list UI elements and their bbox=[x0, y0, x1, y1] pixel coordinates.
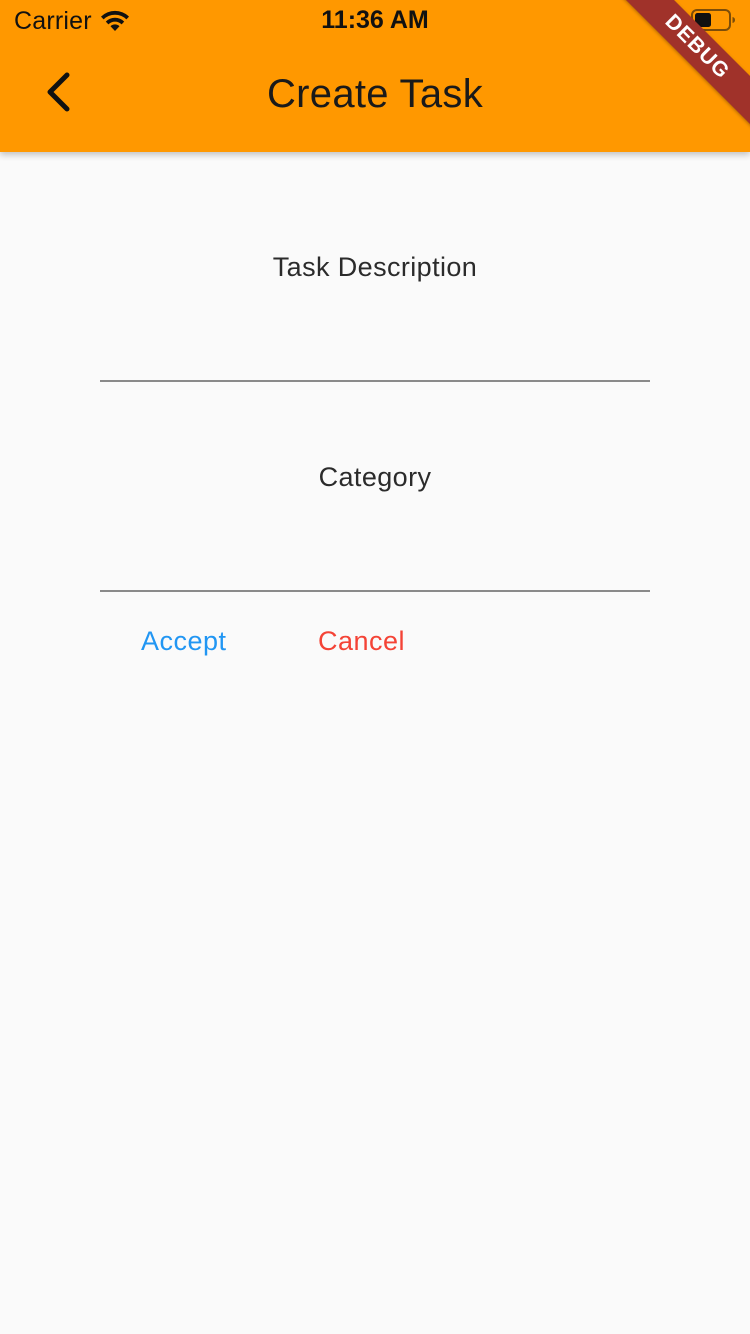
page-title: Create Task bbox=[267, 72, 483, 116]
status-time: 11:36 AM bbox=[321, 6, 429, 34]
task-description-input[interactable] bbox=[100, 322, 650, 382]
app-bar: Carrier 11:36 AM Create Task bbox=[0, 0, 750, 152]
cancel-button[interactable]: Cancel bbox=[314, 620, 409, 663]
task-description-label: Task Description bbox=[272, 252, 478, 282]
toolbar: Create Task bbox=[0, 40, 750, 152]
accept-button[interactable]: Accept bbox=[137, 620, 231, 663]
category-label: Category bbox=[318, 462, 432, 492]
category-input[interactable] bbox=[100, 532, 650, 592]
battery-icon bbox=[691, 8, 737, 32]
status-bar: Carrier 11:36 AM bbox=[0, 0, 750, 40]
app-screen: Carrier 11:36 AM Create Task DEBUG Task … bbox=[0, 0, 750, 1334]
